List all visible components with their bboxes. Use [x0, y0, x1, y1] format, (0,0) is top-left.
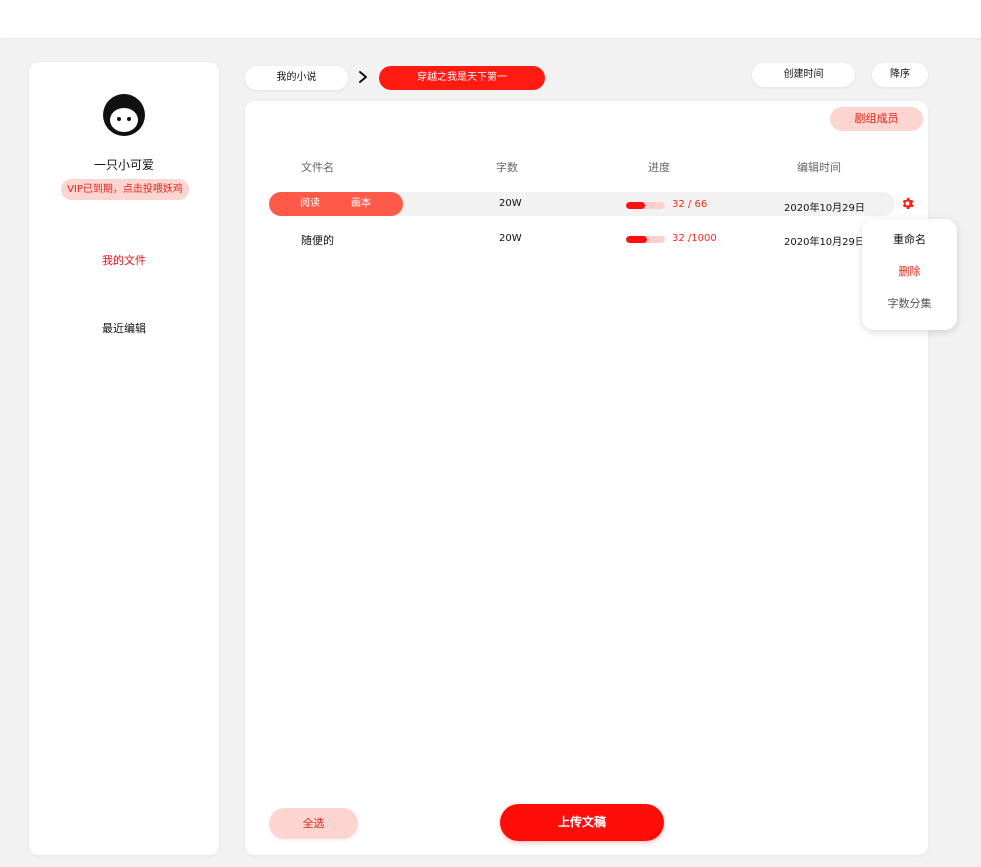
sidebar-item-recent-edits[interactable]: 最近编辑 [29, 320, 219, 336]
row-word-count: 20W [499, 233, 522, 244]
progress-bar-fill [626, 236, 648, 243]
column-header-progress: 进度 [648, 161, 670, 174]
row-word-count: 20W [499, 198, 522, 209]
row-context-menu: 重命名 删除 字数分集 [862, 219, 957, 330]
row-edit-time: 2020年10月29日 [784, 237, 865, 248]
read-button[interactable]: 阅读 [300, 192, 320, 216]
row-file-name[interactable]: 随便的 [301, 232, 334, 248]
chevron-right-icon [359, 71, 367, 83]
avatar-icon[interactable] [102, 93, 146, 137]
row-edit-time: 2020年10月29日 [784, 203, 865, 214]
storyboard-button[interactable]: 画本 [351, 192, 371, 216]
progress-bar [626, 236, 665, 243]
sort-order-button[interactable]: 降序 [872, 63, 928, 87]
menu-item-split-by-words[interactable]: 字数分集 [862, 295, 957, 311]
progress-bar-fill [626, 202, 645, 209]
username: 一只小可爱 [93, 158, 154, 172]
sidebar-item-my-files[interactable]: 我的文件 [29, 252, 219, 268]
upload-manuscript-button[interactable]: 上传文稿 [500, 804, 664, 841]
menu-item-delete[interactable]: 删除 [862, 263, 957, 279]
column-header-edit-time: 编辑时间 [797, 161, 841, 174]
breadcrumb-current[interactable]: 穿越之我是天下第一 [379, 66, 545, 90]
file-list-panel: 剧组成员 文件名 字数 进度 编辑时间 阅读 画本 20W 32 / 66 20… [245, 101, 928, 855]
sidebar: 一只小可爱 VIP已到期，点击投喂妖鸡 我的文件 最近编辑 [29, 62, 219, 855]
row-action-pill: 阅读 画本 [269, 192, 403, 216]
vip-expired-badge[interactable]: VIP已到期，点击投喂妖鸡 [61, 179, 189, 200]
breadcrumb-root[interactable]: 我的小说 [245, 66, 348, 90]
progress-bar [626, 202, 665, 209]
top-bar [0, 0, 981, 38]
progress-text: 32 /1000 [672, 233, 717, 244]
gear-icon[interactable] [900, 196, 915, 211]
column-header-words: 字数 [496, 161, 518, 174]
column-header-filename: 文件名 [301, 161, 334, 174]
sort-field-button[interactable]: 创建时间 [752, 63, 855, 87]
progress-text: 32 / 66 [672, 199, 708, 210]
crew-members-button[interactable]: 剧组成员 [830, 107, 923, 131]
select-all-button[interactable]: 全选 [269, 808, 358, 839]
menu-item-rename[interactable]: 重命名 [862, 231, 957, 247]
